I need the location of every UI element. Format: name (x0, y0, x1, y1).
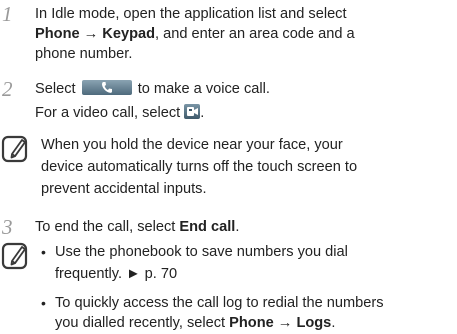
note-1-line-3: prevent accidental inputs. (41, 181, 207, 197)
step-3-number: 3 (2, 215, 13, 239)
step-2-line-2: For a video call, select . (35, 104, 205, 121)
note-1-line-1: When you hold the device near your face,… (41, 137, 343, 153)
bullet-2-dot: • (41, 295, 46, 311)
menu-keypad: Keypad (102, 26, 156, 42)
step-1-line-2: Phone → Keypad, and enter an area code a… (35, 26, 355, 42)
phone-handset-icon (81, 80, 132, 95)
bullet-2-line-1: To quickly access the call log to redial… (55, 295, 384, 311)
bullet-1-dot: • (41, 244, 46, 260)
step-1-line-1: In Idle mode, open the application list … (35, 6, 347, 22)
step-3-line: To end the call, select End call. (35, 219, 240, 235)
note-1-line-2: device automatically turns off the touch… (41, 159, 358, 175)
menu-logs: Logs (296, 315, 332, 331)
bullet-1-line-2: frequently. ► p. 70 (55, 266, 178, 282)
menu-phone: Phone (229, 315, 274, 331)
bullet-2-line-2: you dialled recently, select Phone → Log… (55, 315, 336, 331)
step-1-number: 1 (2, 2, 13, 26)
note-pencil-icon (1, 135, 28, 163)
bullet-1-line-1: Use the phonebook to save numbers you di… (55, 244, 348, 260)
video-call-icon (184, 104, 201, 119)
step-2-line-1: Select to make a voice call. (35, 80, 270, 97)
end-call-label: End call (179, 219, 236, 235)
note-pencil-icon (1, 242, 28, 270)
step-1-line-3: phone number. (35, 46, 133, 62)
menu-phone: Phone (35, 26, 80, 42)
step-2-number: 2 (2, 77, 13, 101)
